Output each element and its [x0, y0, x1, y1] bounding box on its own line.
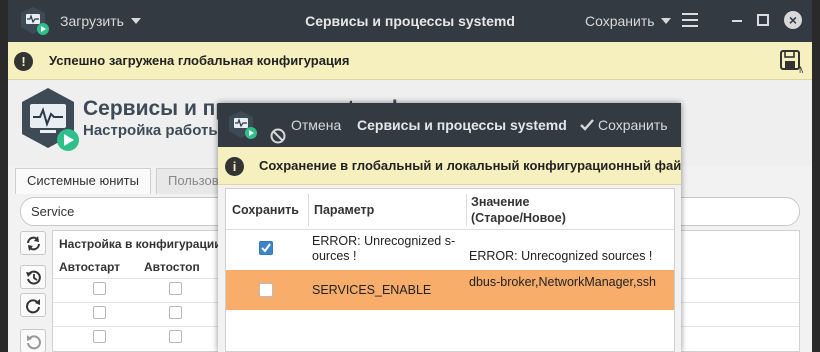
- save-menu-button[interactable]: Сохранить: [585, 0, 672, 42]
- refresh-icon: [27, 236, 40, 251]
- value-cell: ERROR: Unrecognized sources !: [469, 249, 653, 263]
- checkmark-icon: [261, 243, 271, 253]
- autostart-checkbox[interactable]: [93, 306, 106, 319]
- save-dialog: Отмена Сервисы и процессы systemd Сохран…: [218, 103, 681, 352]
- table-row[interactable]: ERROR: Unrecognized s- ources ! ERROR: U…: [226, 230, 674, 270]
- value-cell: dbus-broker,NetworkManager,ssh: [469, 275, 656, 289]
- autostart-checkbox[interactable]: [93, 282, 106, 295]
- info-message: Успешно загружена глобальная конфигураци…: [49, 53, 350, 68]
- titlebar: Загрузить Сервисы и процессы systemd Сох…: [8, 0, 812, 42]
- dialog-info-bar: i Сохранение в глобальный и локальный ко…: [218, 147, 681, 185]
- save-icon[interactable]: M: [779, 48, 807, 77]
- load-menu-button[interactable]: Загрузить: [60, 0, 141, 42]
- dialog-save-button[interactable]: Сохранить: [580, 103, 668, 147]
- autostop-checkbox[interactable]: [169, 330, 182, 343]
- maximize-icon[interactable]: [757, 14, 769, 26]
- chevron-down-icon: [130, 18, 141, 24]
- undo-icon: [27, 335, 41, 350]
- hamburger-menu-icon[interactable]: [682, 13, 698, 29]
- history-button[interactable]: [20, 265, 46, 289]
- redo-icon: [26, 299, 40, 314]
- save-label: Сохранить: [585, 13, 655, 29]
- checkmark-icon: [580, 119, 594, 131]
- undo-button[interactable]: [20, 329, 46, 352]
- refresh-button[interactable]: [20, 231, 46, 255]
- autostart-checkbox[interactable]: [93, 330, 106, 343]
- info-icon: i: [225, 157, 244, 176]
- app-icon: [20, 6, 50, 39]
- column-header: Автостарт: [59, 260, 121, 274]
- autostop-checkbox[interactable]: [169, 282, 182, 295]
- svg-text:M: M: [799, 65, 803, 74]
- save-checkbox[interactable]: [259, 241, 273, 255]
- table-caption: Настройка в конфигурации: [59, 237, 222, 251]
- cancel-icon: [270, 117, 286, 144]
- dialog-titlebar: Отмена Сервисы и процессы systemd Сохран…: [218, 103, 681, 147]
- cancel-button[interactable]: Отмена: [270, 103, 341, 147]
- info-icon: !: [14, 52, 33, 71]
- param-cell: ERROR: Unrecognized s- ources !: [312, 234, 456, 263]
- history-icon: [26, 270, 41, 285]
- dialog-save-label: Сохранить: [598, 117, 668, 133]
- load-label: Загрузить: [60, 13, 124, 29]
- autostop-checkbox[interactable]: [169, 306, 182, 319]
- close-icon[interactable]: ×: [784, 11, 802, 29]
- cancel-label: Отмена: [291, 117, 342, 133]
- app-icon: [228, 110, 258, 143]
- info-bar: ! Успешно загружена глобальная конфигура…: [8, 42, 812, 80]
- changes-table: Сохранить Параметр Значение (Старое/Ново…: [225, 188, 675, 352]
- table-row-selected[interactable]: SERVICES_ENABLE dbus-broker,NetworkManag…: [226, 270, 674, 310]
- app-logo-icon: [18, 86, 80, 159]
- column-header: Автостоп: [144, 260, 200, 274]
- chevron-down-icon: [661, 18, 672, 24]
- param-cell: SERVICES_ENABLE: [312, 283, 432, 297]
- column-header-value: Значение (Старое/Новое): [471, 195, 566, 225]
- minimize-icon[interactable]: [732, 20, 742, 22]
- dialog-title: Сервисы и процессы systemd: [357, 117, 567, 133]
- tab-system-units[interactable]: Системные юниты: [15, 168, 151, 194]
- redo-button[interactable]: [20, 293, 46, 317]
- dialog-info-message: Сохранение в глобальный и локальный конф…: [259, 158, 681, 173]
- save-checkbox[interactable]: [259, 283, 273, 297]
